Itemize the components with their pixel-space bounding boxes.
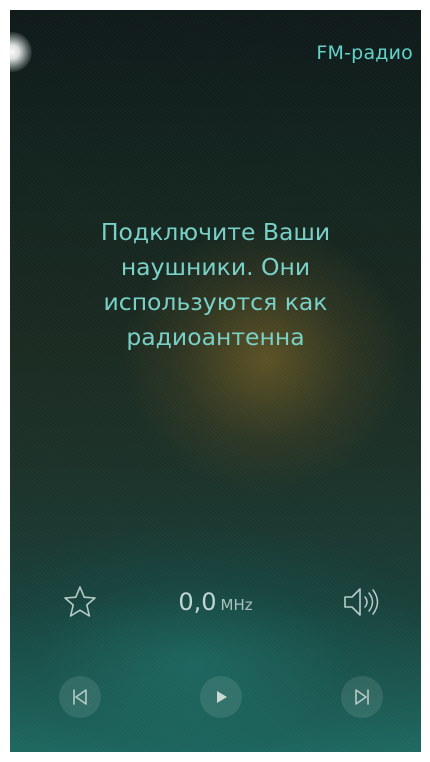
play-icon: [217, 691, 227, 703]
play-button[interactable]: [200, 676, 242, 718]
previous-station-button[interactable]: [59, 676, 101, 718]
light-flare-decoration: [10, 32, 32, 72]
tuner-info-row: 0,0 MHz: [10, 578, 421, 626]
playback-controls: [10, 676, 421, 720]
frequency-unit: MHz: [220, 596, 253, 614]
headphones-required-message: Подключите Ваши наушники. Они используют…: [50, 215, 381, 355]
speaker-icon: [344, 588, 379, 616]
background-texture: [10, 10, 421, 752]
message-line-2: наушники. Они: [120, 253, 311, 281]
next-station-button[interactable]: [341, 676, 383, 718]
skip-previous-icon: [73, 689, 87, 705]
app-title: FM-радио: [316, 42, 413, 64]
fm-radio-screen: FM-радио Подключите Ваши наушники. Они и…: [10, 10, 421, 752]
message-line-4: радиоантенна: [126, 323, 305, 351]
speaker-button[interactable]: [341, 583, 385, 621]
message-line-1: Подключите Ваши: [100, 218, 331, 246]
message-line-3: используются как: [103, 288, 328, 316]
skip-next-icon: [355, 689, 369, 705]
frequency-value: 0,0: [178, 588, 217, 616]
